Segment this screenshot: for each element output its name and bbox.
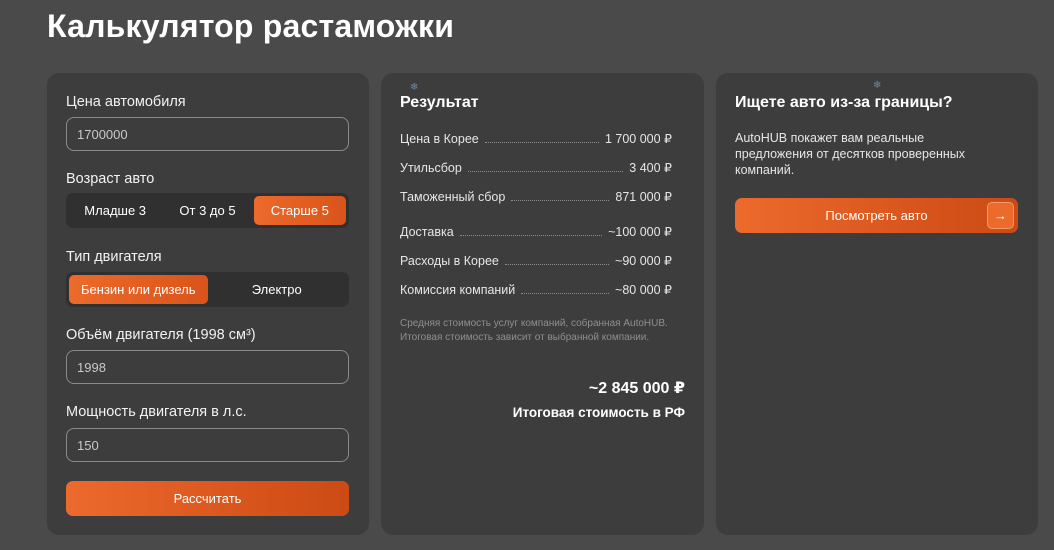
- engine-type-label: Тип двигателя: [66, 249, 162, 265]
- page-title: Калькулятор растаможки: [47, 8, 455, 44]
- view-cars-button-label: Посмотреть авто: [825, 208, 928, 223]
- dotted-leader: [504, 264, 610, 265]
- result-card: ❄ Результат Цена в Корее 1 700 000 ₽ Ути…: [381, 73, 704, 535]
- result-row-value: ~80 000 ₽: [615, 283, 672, 297]
- promo-text: AutoHUB покажет вам реальные предложения…: [735, 131, 965, 177]
- result-row-label: Доставка: [400, 225, 454, 239]
- promo-title: Ищете авто из-за границы?: [735, 94, 953, 111]
- dotted-leader: [467, 171, 624, 172]
- result-note: Средняя стоимость услуг компаний, собран…: [400, 318, 668, 343]
- price-input[interactable]: [66, 117, 349, 151]
- result-row-label: Цена в Корее: [400, 132, 479, 146]
- dotted-leader: [521, 293, 610, 294]
- result-row: Доставка ~100 000 ₽: [400, 223, 672, 239]
- age-option-under-3[interactable]: Младше 3: [69, 196, 161, 225]
- result-row: Расходы в Корее ~90 000 ₽: [400, 252, 672, 268]
- dotted-leader: [511, 200, 610, 201]
- age-option-3-to-5[interactable]: От 3 до 5: [161, 196, 253, 225]
- result-row: Комиссия компаний ~80 000 ₽: [400, 281, 672, 297]
- power-input[interactable]: [66, 428, 349, 462]
- volume-input[interactable]: [66, 350, 349, 384]
- dotted-leader: [459, 235, 603, 236]
- age-option-over-5[interactable]: Старше 5: [253, 196, 346, 225]
- result-row-value: ~90 000 ₽: [615, 254, 672, 268]
- dotted-leader: [484, 142, 599, 143]
- snowflake-icon: ❄: [410, 82, 419, 93]
- result-row-label: Таможенный сбор: [400, 190, 506, 204]
- result-row-value: 1 700 000 ₽: [604, 132, 672, 146]
- calculator-form-card: Цена автомобиля Возраст авто Младше 3 От…: [47, 73, 369, 535]
- result-row: Цена в Корее 1 700 000 ₽: [400, 130, 672, 146]
- result-row-value: 871 000 ₽: [615, 190, 672, 204]
- age-label: Возраст авто: [66, 171, 155, 187]
- result-row-label: Утильсбор: [400, 161, 462, 175]
- result-title: Результат: [400, 94, 479, 111]
- age-selector: Младше 3 От 3 до 5 Старше 5: [66, 193, 349, 228]
- result-row-value: ~100 000 ₽: [608, 225, 672, 239]
- engine-option-electric[interactable]: Электро: [208, 275, 347, 304]
- price-label: Цена автомобиля: [66, 94, 186, 110]
- arrow-right-icon: →: [987, 202, 1014, 229]
- total-label: Итоговая стоимость в РФ: [512, 405, 685, 420]
- result-row: Таможенный сбор 871 000 ₽: [400, 188, 672, 204]
- view-cars-button[interactable]: Посмотреть авто →: [735, 198, 1018, 233]
- result-row-label: Расходы в Корее: [400, 254, 499, 268]
- snowflake-icon: ❄: [873, 80, 882, 91]
- result-row: Утильсбор 3 400 ₽: [400, 159, 672, 175]
- calculate-button[interactable]: Рассчитать: [66, 481, 349, 516]
- power-label: Мощность двигателя в л.с.: [66, 404, 247, 420]
- total-value: ~2 845 000 ₽: [588, 380, 685, 397]
- promo-card: ❄ Ищете авто из-за границы? AutoHUB пока…: [716, 73, 1038, 535]
- volume-label: Объём двигателя (1998 см³): [66, 327, 256, 343]
- engine-type-selector: Бензин или дизель Электро: [66, 272, 349, 307]
- engine-option-petrol-diesel[interactable]: Бензин или дизель: [69, 275, 208, 304]
- result-row-label: Комиссия компаний: [400, 283, 516, 297]
- result-row-value: 3 400 ₽: [629, 161, 672, 175]
